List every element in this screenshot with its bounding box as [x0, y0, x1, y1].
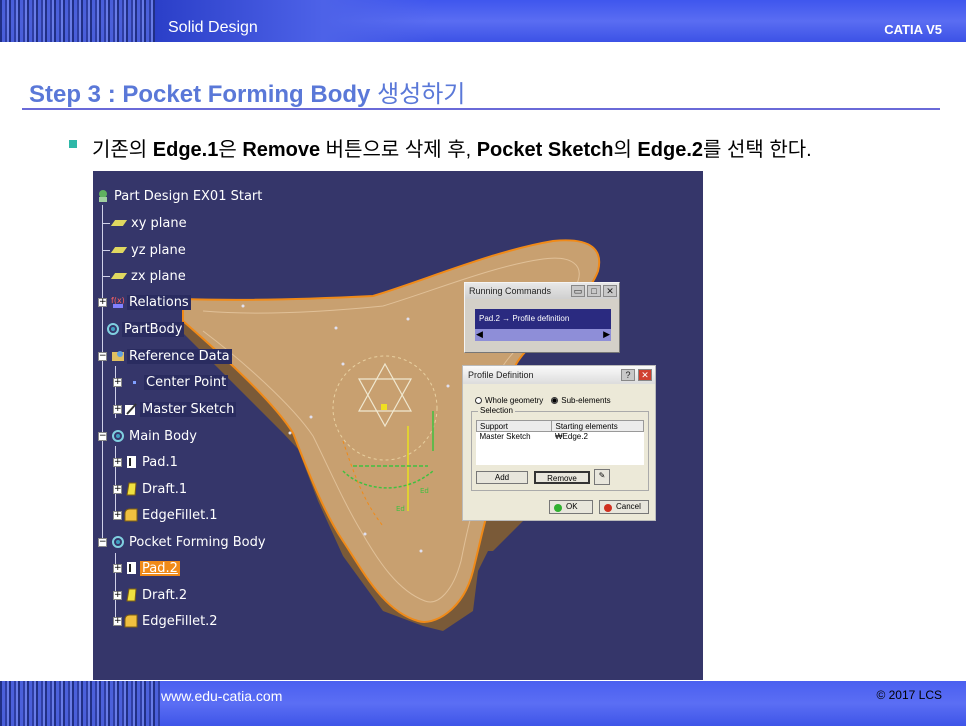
plane-icon	[110, 273, 128, 279]
add-button[interactable]: Add	[476, 471, 528, 484]
expand-icon[interactable]: +	[113, 484, 122, 494]
scroll-left-icon[interactable]: ◀	[476, 329, 483, 340]
footer-url[interactable]: www.edu-catia.com	[161, 688, 282, 704]
sub-elements-radio[interactable]: Sub-elements	[551, 396, 611, 405]
help-button[interactable]: ?	[621, 369, 635, 381]
pad-icon	[124, 455, 138, 469]
whole-geometry-radio[interactable]: Whole geometry	[475, 396, 543, 405]
tree-item-edgefillet-1[interactable]: + EdgeFillet.1	[113, 504, 220, 526]
svg-text:Ed: Ed	[420, 487, 429, 495]
body-icon	[111, 429, 125, 443]
svg-text:Ed: Ed	[396, 505, 405, 513]
scroll-right-icon[interactable]: ▶	[603, 329, 610, 340]
catia-screenshot: Ed Ed Part Design EX01 Start xy plane yz…	[93, 171, 703, 680]
expand-icon[interactable]: +	[113, 457, 122, 467]
draft-icon	[124, 588, 138, 602]
bullet-marker	[69, 140, 77, 148]
point-icon	[128, 375, 142, 389]
running-commands-list: Pad.2 → Profile definition ◀ ▶	[475, 309, 611, 341]
fillet-icon	[124, 614, 138, 628]
tree-item-main-body[interactable]: − Main Body	[98, 425, 199, 447]
body-icon	[106, 322, 120, 336]
pad-icon	[124, 561, 138, 575]
tree-item-pad-2[interactable]: + Pad.2	[113, 557, 180, 579]
collapse-icon[interactable]: −	[98, 351, 107, 361]
tree-item-edgefillet-2[interactable]: + EdgeFillet.2	[113, 610, 220, 632]
tree-item-center-point[interactable]: + Center Point	[113, 371, 229, 393]
profile-definition-dialog: Profile Definition ? ✕ Whole geometry Su…	[462, 365, 656, 521]
tree-item-draft-1[interactable]: + Draft.1	[113, 478, 189, 500]
header-decoration	[0, 0, 155, 42]
tree-item-reference-data[interactable]: − Reference Data	[98, 345, 232, 367]
close-button[interactable]: ✕	[638, 369, 652, 381]
set-icon	[111, 349, 125, 363]
minimize-button[interactable]: ▭	[571, 285, 585, 297]
mode-options: Whole geometry Sub-elements	[475, 396, 611, 405]
tree-item-zx-plane[interactable]: zx plane	[102, 265, 188, 287]
expand-icon[interactable]: +	[98, 297, 107, 307]
cancel-button[interactable]: Cancel	[599, 500, 649, 514]
part-icon	[96, 189, 110, 203]
profile-definition-titlebar[interactable]: Profile Definition ? ✕	[463, 366, 655, 384]
step-title-kr: 생성하기	[377, 81, 466, 108]
header-brand: CATIA V5	[884, 22, 942, 37]
expand-icon[interactable]: +	[113, 377, 122, 387]
header-title: Solid Design	[168, 19, 258, 36]
tree-item-partbody[interactable]: PartBody	[106, 318, 185, 340]
plane-icon	[110, 247, 128, 253]
fillet-icon	[124, 508, 138, 522]
collapse-icon[interactable]: −	[98, 431, 107, 441]
expand-icon[interactable]: +	[113, 616, 122, 626]
step-title-en: Step 3 : Pocket Forming Body	[29, 81, 371, 108]
sketch-icon	[124, 402, 138, 416]
selection-table[interactable]: Support Starting elements Master Sketch …	[475, 420, 644, 465]
expand-icon[interactable]: +	[113, 590, 122, 600]
selection-group: Selection Support Starting elements Mast…	[471, 406, 649, 491]
column-support: Support	[475, 420, 553, 432]
tree-item-relations[interactable]: + f(x) Relations	[98, 291, 191, 313]
tree-item-master-sketch[interactable]: + Master Sketch	[113, 398, 237, 420]
footer-copyright: © 2017 LCS	[876, 688, 942, 702]
instruction-text: 기존의 Edge.1은 Remove 버튼으로 삭제 후, Pocket Ske…	[92, 139, 812, 161]
step-title: Step 3 : Pocket Forming Body 생성하기	[29, 74, 465, 109]
expand-icon[interactable]: +	[113, 563, 122, 573]
tree-item-pocket-forming-body[interactable]: − Pocket Forming Body	[98, 531, 268, 553]
edit-icon[interactable]: ✎	[594, 469, 610, 485]
maximize-button[interactable]: □	[587, 285, 601, 297]
expand-icon[interactable]: +	[113, 404, 122, 414]
plane-icon	[110, 220, 128, 226]
running-commands-window: Running Commands ▭ □ ✕ Pad.2 → Profile d…	[464, 282, 620, 353]
column-starting-elements: Starting elements	[551, 420, 644, 432]
title-divider	[22, 108, 940, 110]
running-commands-titlebar[interactable]: Running Commands ▭ □ ✕	[465, 283, 619, 299]
body-icon	[111, 535, 125, 549]
footer-bar: www.edu-catia.com © 2017 LCS	[0, 681, 966, 726]
relations-icon: f(x)	[111, 295, 125, 309]
collapse-icon[interactable]: −	[98, 537, 107, 547]
svg-text:f(x): f(x)	[111, 296, 125, 305]
remove-button[interactable]: Remove	[534, 471, 590, 484]
tree-item-draft-2[interactable]: + Draft.2	[113, 584, 189, 606]
expand-icon[interactable]: +	[113, 510, 122, 520]
ok-button[interactable]: OK	[549, 500, 593, 514]
draft-icon	[124, 482, 138, 496]
tree-item-xy-plane[interactable]: xy plane	[102, 212, 189, 234]
header-bar: Solid Design CATIA V5	[0, 0, 966, 42]
table-row[interactable]: Master Sketch ₩Edge.2	[477, 432, 644, 465]
command-entry[interactable]: Pad.2 → Profile definition	[479, 314, 569, 323]
footer-decoration	[0, 681, 160, 726]
tree-item-yz-plane[interactable]: yz plane	[102, 239, 188, 261]
close-button[interactable]: ✕	[603, 285, 617, 297]
horizontal-scrollbar[interactable]: ◀ ▶	[475, 329, 611, 341]
tree-item-pad-1[interactable]: + Pad.1	[113, 451, 180, 473]
tree-item-root[interactable]: Part Design EX01 Start	[96, 185, 264, 207]
